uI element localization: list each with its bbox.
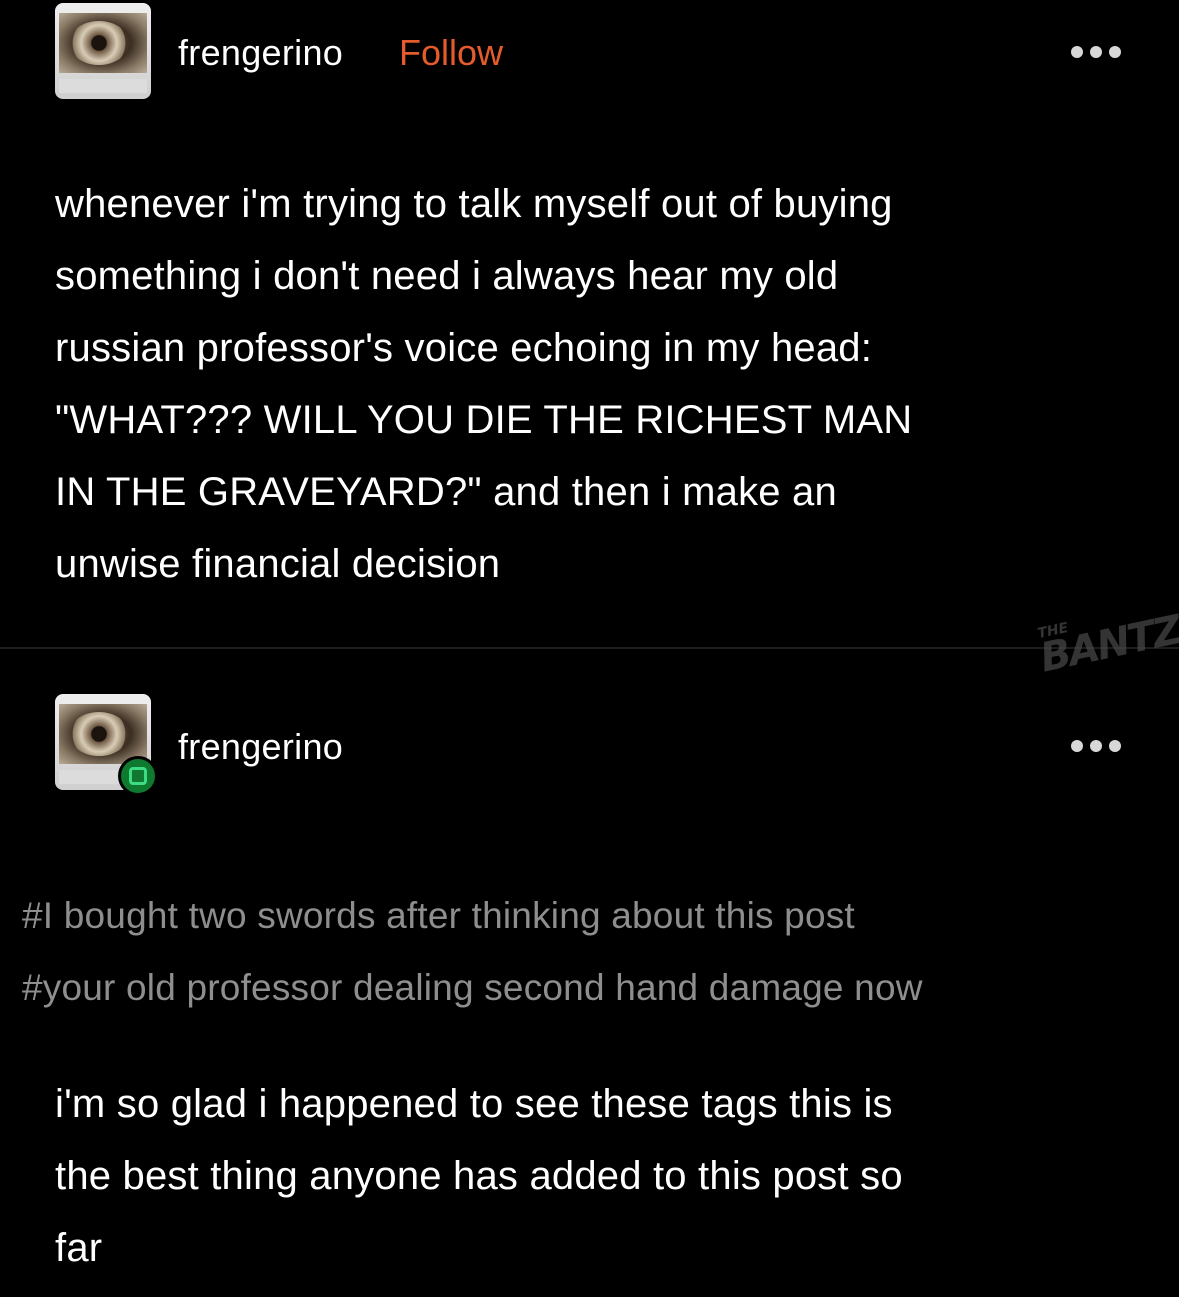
- eye-icon: [69, 21, 129, 65]
- username-link[interactable]: frengerino: [178, 726, 343, 768]
- post-body: whenever i'm trying to talk myself out o…: [55, 168, 912, 600]
- post-body-line: IN THE GRAVEYARD?" and then i make an: [55, 470, 837, 514]
- post-body-line: the best thing anyone has added to this …: [55, 1154, 903, 1198]
- original-post: frengerino Follow whenever i'm trying to…: [0, 0, 1179, 648]
- post-body-line: "WHAT??? WILL YOU DIE THE RICHEST MAN: [55, 398, 913, 442]
- eye-icon: [69, 712, 129, 756]
- avatar[interactable]: [55, 3, 151, 99]
- reblog-body: i'm so glad i happened to see these tags…: [55, 1068, 903, 1284]
- post-body-line: something i don't need i always hear my …: [55, 254, 839, 298]
- post-body-line: whenever i'm trying to talk myself out o…: [55, 182, 893, 226]
- reblog-post: frengerino #I bought two swords after th…: [0, 652, 1179, 1297]
- post-body-line: russian professor's voice echoing in my …: [55, 326, 873, 370]
- username-link[interactable]: frengerino: [178, 32, 343, 74]
- screenshot-frame: frengerino Follow whenever i'm trying to…: [0, 0, 1179, 1297]
- follow-button[interactable]: Follow: [399, 32, 503, 74]
- tags-list: #I bought two swords after thinking abou…: [22, 880, 923, 1024]
- tag[interactable]: #your old professor dealing second hand …: [22, 952, 923, 1024]
- post-body-line: unwise financial decision: [55, 542, 501, 586]
- reblog-icon: [118, 756, 158, 796]
- tag[interactable]: #I bought two swords after thinking abou…: [22, 880, 923, 952]
- post-body-line: i'm so glad i happened to see these tags…: [55, 1082, 893, 1126]
- more-options-icon[interactable]: [1071, 44, 1131, 60]
- more-options-icon[interactable]: [1071, 738, 1131, 754]
- post-divider: [0, 647, 1179, 649]
- post-body-line: far: [55, 1226, 103, 1270]
